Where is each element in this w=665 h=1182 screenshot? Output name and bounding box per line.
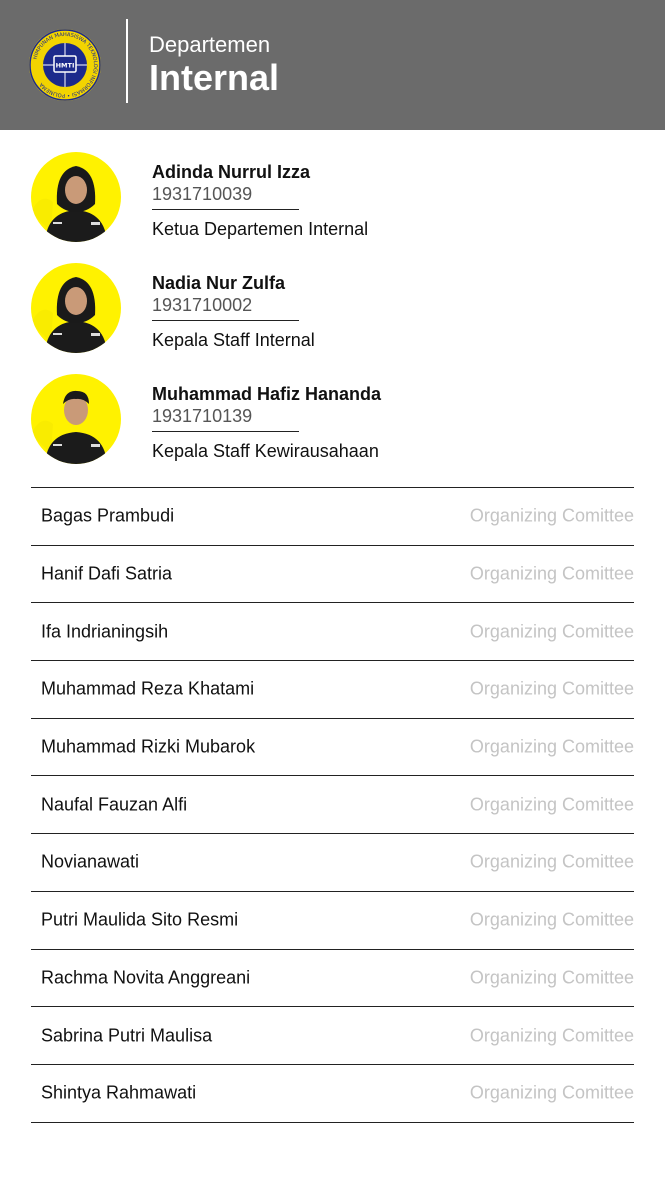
leader-card: Nadia Nur Zulfa 1931710002 Kepala Staff In…: [0, 263, 665, 363]
member-row: Naufal Fauzan Alfi Organizing Comittee: [31, 776, 634, 835]
leader-divider: [152, 320, 299, 321]
member-role: Organizing Comittee: [469, 851, 634, 872]
leader-name: Nadia Nur Zulfa: [152, 273, 286, 293]
member-role: Organizing Comittee: [469, 736, 634, 757]
member-name: Putri Maulida Sito Resmi: [41, 909, 239, 930]
leader-role: Ketua Departemen Internal: [152, 219, 369, 239]
member-row: Ifa Indrianingsih Organizing Comittee: [31, 603, 634, 662]
member-name: Rachma Novita Anggreani: [41, 967, 251, 988]
page-title: Internal: [149, 57, 280, 98]
leader-role: Kepala Staff Internal: [152, 330, 315, 350]
member-row: Bagas Prambudi Organizing Comittee: [31, 488, 634, 546]
member-name: Bagas Prambudi: [41, 505, 175, 526]
member-name: Sabrina Putri Maulisa: [41, 1025, 213, 1046]
member-role: Organizing Comittee: [469, 621, 634, 642]
hmti-logo-icon: HIMPUNAN MAHASISWA TEKNOLOGI INFORMASI •…: [29, 29, 101, 101]
member-row: Hanif Dafi Satria Organizing Comittee: [31, 546, 634, 604]
member-role: Organizing Comittee: [469, 794, 634, 815]
leader-card: Adinda Nurrul Izza 1931710039 Ketua Depart…: [0, 152, 665, 252]
member-role: Organizing Comittee: [469, 967, 634, 988]
member-row: Rachma Novita Anggreani Organizing Comitt…: [31, 950, 634, 1008]
member-role: Organizing Comittee: [469, 1025, 634, 1046]
svg-text:HMTI: HMTI: [56, 62, 75, 70]
leader-role: Kepala Staff Kewirausahaan: [152, 441, 379, 461]
member-name: Novianawati: [41, 851, 140, 872]
member-row: Sabrina Putri Maulisa Organizing Comittee: [31, 1007, 634, 1065]
app-header: HIMPUNAN MAHASISWA TEKNOLOGI INFORMASI •…: [0, 0, 665, 130]
member-role: Organizing Comittee: [469, 505, 634, 526]
member-role: Organizing Comittee: [469, 678, 634, 699]
member-row: Muhammad Reza Khatami Organizing Comittee: [31, 661, 634, 719]
member-name: Hanif Dafi Satria: [41, 563, 173, 584]
member-name: Naufal Fauzan Alfi: [41, 794, 188, 815]
member-name: Ifa Indrianingsih: [41, 621, 169, 642]
member-row: Shintya Rahmawati Organizing Comittee: [31, 1065, 634, 1123]
member-role: Organizing Comittee: [469, 563, 634, 584]
leader-name: Muhammad Hafiz Hananda: [152, 384, 382, 404]
avatar: [31, 263, 121, 353]
member-role: Organizing Comittee: [469, 909, 634, 930]
header-divider: [126, 19, 128, 103]
leader-nim: 1931710002: [152, 295, 253, 315]
leader-nim: 1931710039: [152, 184, 253, 204]
leader-card: Muhammad Hafiz Hananda 1931710139 Kepala S…: [0, 374, 665, 474]
member-role: Organizing Comittee: [469, 1082, 634, 1103]
leader-name: Adinda Nurrul Izza: [152, 162, 311, 182]
member-row: Muhammad Rizki Mubarok Organizing Comitte…: [31, 719, 634, 777]
member-name: Shintya Rahmawati: [41, 1082, 197, 1103]
avatar: [31, 374, 121, 464]
leader-divider: [152, 431, 299, 432]
member-list: Bagas Prambudi Organizing Comittee Hanif D…: [31, 487, 634, 1123]
avatar: [31, 152, 121, 242]
member-name: Muhammad Rizki Mubarok: [41, 736, 256, 757]
member-row: Putri Maulida Sito Resmi Organizing Comit…: [31, 892, 634, 950]
leader-nim: 1931710139: [152, 406, 253, 426]
header-subtitle: Departemen: [149, 32, 271, 57]
member-name: Muhammad Reza Khatami: [41, 678, 255, 699]
leader-divider: [152, 209, 299, 210]
member-row: Novianawati Organizing Comittee: [31, 834, 634, 892]
